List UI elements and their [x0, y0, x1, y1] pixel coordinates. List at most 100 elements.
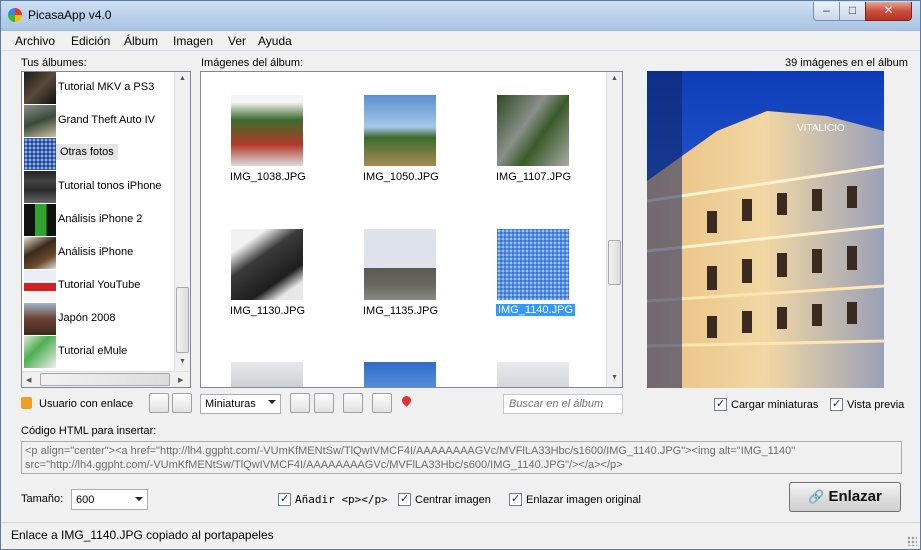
album-item[interactable]: Tutorial eMule	[22, 336, 177, 369]
map-pin-icon[interactable]	[400, 394, 413, 407]
add-p-tag-checkbox[interactable]: Añadir <p></p>	[278, 492, 388, 506]
html-code-label: Código HTML para insertar:	[21, 425, 157, 437]
menu-edicion[interactable]: Edición	[71, 34, 110, 48]
image-thumbnail[interactable]	[364, 362, 436, 387]
albums-label: Tus álbumes:	[21, 57, 87, 69]
view-mode-value: Miniaturas	[205, 398, 256, 410]
album-item[interactable]: Tutorial tonos iPhone	[22, 171, 177, 204]
preview-sign: VITALICIO	[797, 123, 845, 134]
center-image-checkbox[interactable]: Centrar imagen	[398, 492, 491, 506]
image-thumbnail[interactable]	[364, 229, 436, 300]
album-thumbnail	[24, 171, 56, 203]
image-caption[interactable]: IMG_1038.JPG	[230, 171, 306, 183]
album-thumbnail	[24, 72, 56, 104]
menu-archivo[interactable]: Archivo	[15, 34, 55, 48]
album-item[interactable]: Análisis iPhone 2	[22, 204, 177, 237]
minimize-button[interactable]: –	[813, 2, 840, 21]
album-thumbnail	[24, 105, 56, 137]
title-bar[interactable]: PicasaApp v4.0 – □ ✕	[1, 1, 920, 31]
image-thumbnail[interactable]	[231, 362, 303, 387]
search-input[interactable]: Buscar en el álbum	[503, 394, 623, 414]
image-thumbnail[interactable]	[497, 95, 569, 166]
image-grid-scrollbar[interactable]: ▲ ▼	[606, 72, 622, 387]
image-caption[interactable]: IMG_1140.JPG	[495, 303, 576, 317]
images-label: Imágenes del álbum:	[201, 57, 304, 69]
link-original-checkbox[interactable]: Enlazar imagen original	[509, 492, 641, 506]
image-caption[interactable]: IMG_1130.JPG	[230, 305, 305, 317]
size-label: Tamaño:	[21, 493, 64, 505]
image-grid[interactable]: IMG_1038.JPG IMG_1050.JPG IMG_1107.JPG I…	[200, 71, 623, 388]
image-caption[interactable]: IMG_1050.JPG	[363, 171, 439, 183]
image-caption[interactable]: IMG_1135.JPG	[363, 305, 438, 317]
album-list-horizontal-scrollbar[interactable]: ◀ ▶	[22, 371, 190, 387]
view-mode-select[interactable]: Miniaturas	[200, 394, 281, 414]
album-item[interactable]: Grand Theft Auto IV	[22, 105, 177, 138]
close-button[interactable]: ✕	[865, 2, 912, 21]
download-icon[interactable]	[314, 393, 334, 413]
window-title: PicasaApp v4.0	[28, 8, 112, 22]
size-value: 600	[76, 494, 95, 506]
album-name: Grand Theft Auto IV	[58, 114, 156, 126]
chevron-down-icon	[135, 497, 143, 501]
resize-grip-icon[interactable]	[907, 536, 917, 546]
album-thumbnail	[24, 270, 56, 302]
html-code-line: src="http://lh4.ggpht.com/-VUmKfMENtSw/T…	[25, 459, 623, 471]
scrollbar-thumb[interactable]	[608, 240, 621, 285]
maximize-button[interactable]: □	[839, 2, 866, 21]
load-thumbnails-checkbox[interactable]: Cargar miniaturas	[714, 397, 818, 411]
scroll-up-arrow-icon[interactable]: ▲	[179, 75, 186, 82]
main-panel: Tus álbumes: Tutorial MKV a PS3 Grand Th…	[9, 53, 912, 521]
album-list[interactable]: Tutorial MKV a PS3 Grand Theft Auto IV O…	[21, 71, 191, 388]
checkbox-check-icon	[714, 397, 727, 411]
image-thumbnail[interactable]	[231, 229, 303, 300]
image-count: 39 imágenes en el álbum	[785, 57, 908, 69]
link-icon: 🔗	[808, 489, 825, 504]
login-label: Usuario con enlace	[39, 398, 134, 410]
scroll-right-arrow-icon[interactable]: ▶	[178, 376, 183, 384]
trash-icon[interactable]	[343, 393, 363, 413]
album-name: Tutorial tonos iPhone	[58, 180, 162, 192]
chevron-down-icon	[268, 400, 276, 404]
image-thumbnail[interactable]	[497, 229, 569, 300]
album-thumbnail	[24, 138, 56, 170]
scroll-down-arrow-icon[interactable]: ▼	[179, 358, 186, 365]
image-caption[interactable]: IMG_1107.JPG	[496, 171, 571, 183]
picture-icon[interactable]	[372, 393, 392, 413]
album-name: Otras fotos	[56, 144, 118, 160]
upload-icon[interactable]	[290, 393, 310, 413]
delete-album-icon[interactable]	[172, 393, 192, 413]
app-window: PicasaApp v4.0 – □ ✕ Archivo Edición Álb…	[0, 0, 921, 550]
lock-icon	[21, 397, 32, 409]
enlazar-button[interactable]: 🔗 Enlazar	[789, 482, 901, 512]
menu-ayuda[interactable]: Ayuda	[258, 34, 292, 48]
scrollbar-thumb[interactable]	[176, 287, 189, 353]
add-album-icon[interactable]	[149, 393, 169, 413]
album-name: Análisis iPhone	[58, 246, 134, 258]
menu-album[interactable]: Álbum	[124, 34, 158, 48]
album-name: Tutorial eMule	[58, 345, 128, 357]
picasa-logo-icon	[8, 8, 22, 22]
checkbox-check-icon	[398, 492, 411, 506]
album-item[interactable]: Análisis iPhone	[22, 237, 177, 270]
album-item[interactable]: Japón 2008	[22, 303, 177, 336]
image-preview: VITALICIO	[647, 71, 884, 388]
menu-imagen[interactable]: Imagen	[173, 34, 213, 48]
preview-checkbox[interactable]: Vista previa	[830, 397, 904, 411]
album-item[interactable]: Otras fotos	[22, 138, 177, 171]
scroll-left-arrow-icon[interactable]: ◀	[26, 376, 31, 384]
album-thumbnail	[24, 303, 56, 335]
scroll-up-arrow-icon[interactable]: ▲	[611, 75, 618, 82]
album-item[interactable]: Tutorial MKV a PS3	[22, 72, 177, 105]
image-thumbnail[interactable]	[231, 95, 303, 166]
html-code-textbox[interactable]: <p align="center"><a href="http://lh4.gg…	[21, 441, 902, 474]
scrollbar-thumb[interactable]	[40, 373, 170, 386]
album-item[interactable]: Tutorial YouTube	[22, 270, 177, 303]
album-list-vertical-scrollbar[interactable]: ▲ ▼	[174, 72, 190, 371]
menu-ver[interactable]: Ver	[228, 34, 246, 48]
image-thumbnail[interactable]	[497, 362, 569, 387]
scroll-down-arrow-icon[interactable]: ▼	[611, 374, 618, 381]
status-text: Enlace a IMG_1140.JPG copiado al portapa…	[11, 528, 274, 542]
album-thumbnail	[24, 237, 56, 269]
image-thumbnail[interactable]	[364, 95, 436, 166]
size-select[interactable]: 600	[71, 489, 148, 510]
